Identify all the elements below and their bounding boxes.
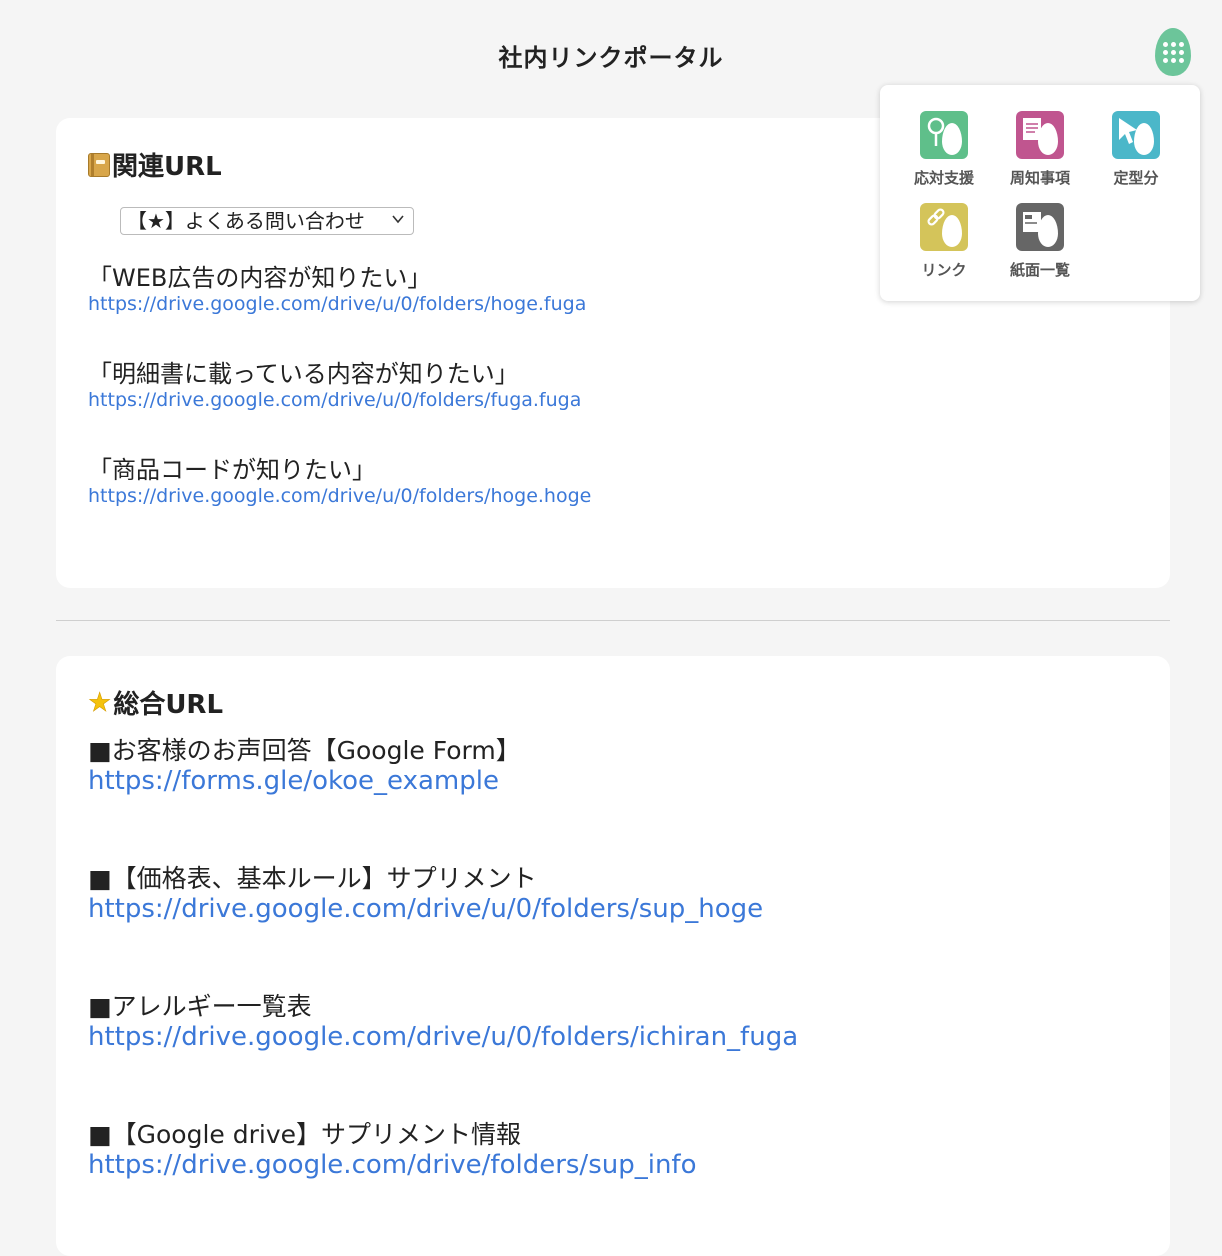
egg-shape: [942, 123, 962, 155]
general-url-heading-text: 総合URL: [113, 690, 224, 720]
app-notice-tile: [1016, 111, 1064, 159]
faq-link[interactable]: https://drive.google.com/drive/u/0/folde…: [88, 293, 586, 315]
grid-dot-icon: [1170, 57, 1176, 63]
faq-category-select[interactable]: 【★】よくある問い合わせ: [120, 207, 414, 235]
grid-dot-icon: [1162, 49, 1168, 55]
faq-question: 「商品コードが知りたい」: [88, 456, 376, 484]
faq-link[interactable]: https://drive.google.com/drive/u/0/folde…: [88, 485, 591, 507]
grid-dot-icon: [1170, 49, 1176, 55]
app-support-tile: [920, 111, 968, 159]
faq-item: 「商品コードが知りたい」 https://drive.google.com/dr…: [88, 455, 591, 507]
app-template[interactable]: 定型分: [1096, 111, 1176, 188]
grid-dot-icon: [1178, 41, 1184, 47]
grid-dot-icon: [1162, 41, 1168, 47]
app-link[interactable]: リンク: [904, 203, 984, 280]
app-label: リンク: [921, 261, 967, 279]
egg-shape: [1038, 215, 1058, 247]
app-link-tile: [920, 203, 968, 251]
egg-shape: [942, 215, 962, 247]
general-link-url[interactable]: https://drive.google.com/drive/u/0/folde…: [88, 1022, 798, 1052]
general-link-item: ■【Google drive】サプリメント情報 https://drive.go…: [88, 1120, 697, 1180]
app-label: 応対支援: [913, 169, 974, 187]
app-label: 定型分: [1113, 169, 1159, 187]
general-link-url[interactable]: https://drive.google.com/drive/folders/s…: [88, 1150, 697, 1180]
star-icon: ★: [88, 687, 112, 718]
general-url-heading: ★ 総合URL: [88, 684, 223, 721]
general-link-url[interactable]: https://drive.google.com/drive/u/0/folde…: [88, 894, 763, 924]
egg-shape: [1038, 123, 1058, 155]
general-link-title: ■アレルギー一覧表: [88, 992, 312, 1021]
faq-item: 「WEB広告の内容が知りたい」 https://drive.google.com…: [88, 263, 586, 315]
faq-question: 「明細書に載っている内容が知りたい」: [88, 360, 519, 388]
grid-dot-icon: [1162, 57, 1168, 63]
chevron-down-icon: [392, 215, 404, 224]
faq-item: 「明細書に載っている内容が知りたい」 https://drive.google.…: [88, 359, 581, 411]
app-template-tile: [1112, 111, 1160, 159]
general-link-item: ■【価格表、基本ルール】サプリメント https://drive.google.…: [88, 864, 763, 924]
general-link-title: ■お客様のお声回答【Google Form】: [88, 736, 521, 765]
app-label: 紙面一覧: [1009, 261, 1070, 279]
apps-menu-button[interactable]: [1155, 28, 1191, 76]
grid-dot-icon: [1178, 57, 1184, 63]
section-divider: [56, 620, 1170, 621]
app-paper-list[interactable]: 紙面一覧: [1000, 203, 1080, 280]
general-url-card: ★ 総合URL ■お客様のお声回答【Google Form】 https://f…: [56, 656, 1170, 1256]
grid-dot-icon: [1170, 41, 1176, 47]
related-url-heading: 関連URL: [88, 146, 222, 183]
app-label: 周知事項: [1009, 169, 1070, 187]
general-link-url[interactable]: https://forms.gle/okoe_example: [88, 766, 521, 796]
notebook-icon: [88, 152, 110, 177]
page-title: 社内リンクポータル: [498, 44, 724, 72]
app-paper-list-tile: [1016, 203, 1064, 251]
apps-menu-popup: 応対支援 周知事項 定型分 リンク 紙面一覧: [880, 85, 1200, 301]
general-link-title: ■【価格表、基本ルール】サプリメント: [88, 864, 537, 893]
app-notice[interactable]: 周知事項: [1000, 111, 1080, 188]
app-support[interactable]: 応対支援: [904, 111, 984, 188]
general-link-title: ■【Google drive】サプリメント情報: [88, 1120, 521, 1149]
faq-link[interactable]: https://drive.google.com/drive/u/0/folde…: [88, 389, 581, 411]
faq-question: 「WEB広告の内容が知りたい」: [88, 264, 432, 292]
faq-category-select-value: 【★】よくある問い合わせ: [127, 209, 365, 233]
related-url-heading-text: 関連URL: [112, 152, 222, 182]
egg-shape: [1134, 123, 1154, 155]
general-link-item: ■アレルギー一覧表 https://drive.google.com/drive…: [88, 992, 798, 1052]
general-link-item: ■お客様のお声回答【Google Form】 https://forms.gle…: [88, 736, 521, 796]
grid-dot-icon: [1178, 49, 1184, 55]
